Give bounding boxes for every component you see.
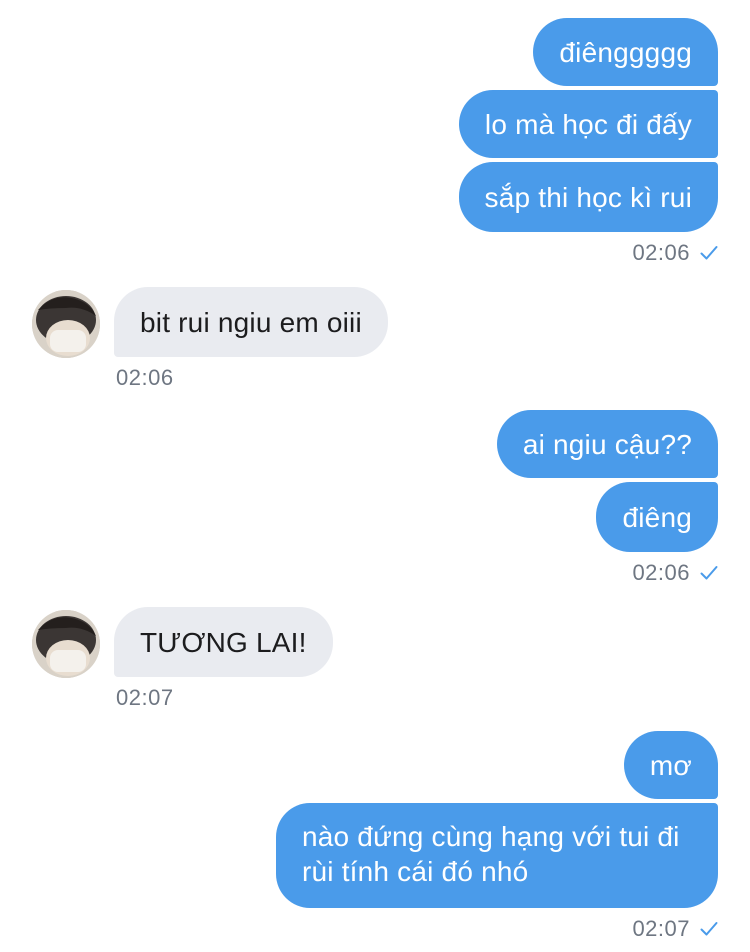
- message-bubble-incoming[interactable]: TƯƠNG LAI!: [114, 607, 333, 677]
- message-text: TƯƠNG LAI!: [140, 626, 307, 658]
- message-text: lo mà học đi đấy: [484, 108, 692, 140]
- message-timestamp: 02:06: [116, 365, 174, 391]
- timestamp-text: 02:06: [632, 560, 690, 585]
- message-text: mơ: [649, 749, 692, 781]
- message-bubble-outgoing[interactable]: điênggggg: [533, 18, 718, 86]
- timestamp-text: 02:07: [116, 685, 174, 710]
- message-bubble-outgoing[interactable]: mơ: [623, 731, 718, 799]
- checkmark-icon: [700, 922, 718, 936]
- message-bubble-outgoing[interactable]: sắp thi học kì rui: [458, 162, 718, 232]
- message-text: nào đứng cùng hạng với tui đi rùi tính c…: [302, 821, 680, 887]
- timestamp-text: 02:06: [632, 240, 690, 265]
- message-text: điêng: [622, 501, 692, 533]
- checkmark-icon: [700, 246, 718, 260]
- message-text: sắp thi học kì rui: [484, 181, 692, 213]
- message-timestamp: 02:06: [632, 240, 718, 266]
- checkmark-icon: [700, 566, 718, 580]
- message-text: điênggggg: [559, 36, 692, 68]
- avatar[interactable]: [32, 290, 100, 358]
- message-bubble-outgoing[interactable]: điêng: [596, 482, 718, 552]
- timestamp-text: 02:06: [116, 365, 174, 390]
- message-timestamp: 02:06: [632, 560, 718, 586]
- message-timestamp: 02:07: [632, 916, 718, 942]
- message-bubble-outgoing[interactable]: lo mà học đi đấy: [458, 90, 718, 158]
- message-text: ai ngiu cậu??: [522, 428, 692, 460]
- message-bubble-outgoing[interactable]: nào đứng cùng hạng với tui đi rùi tính c…: [276, 803, 718, 908]
- message-bubble-incoming[interactable]: bit rui ngiu em oiii: [114, 287, 388, 357]
- message-timestamp: 02:07: [116, 685, 174, 711]
- chat-thread[interactable]: điênggggg lo mà học đi đấy sắp thi học k…: [0, 0, 750, 952]
- timestamp-text: 02:07: [632, 916, 690, 941]
- message-bubble-outgoing[interactable]: ai ngiu cậu??: [496, 410, 718, 478]
- avatar[interactable]: [32, 610, 100, 678]
- message-text: bit rui ngiu em oiii: [140, 306, 362, 338]
